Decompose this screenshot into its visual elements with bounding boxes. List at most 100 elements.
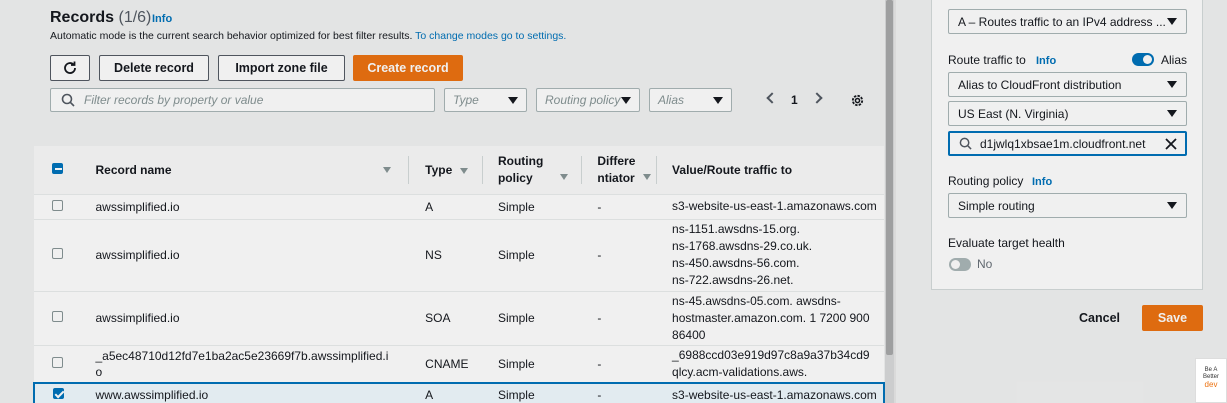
records-description-text: Automatic mode is the current search beh…	[50, 30, 413, 42]
row-checkbox[interactable]	[52, 248, 64, 259]
value-line: ns-45.awsdns-05.com. awsdns-	[672, 293, 841, 308]
routing-cell: Simple	[497, 248, 535, 262]
routing-policy-select[interactable]: Simple routing	[948, 193, 1187, 218]
header-type[interactable]: Type	[409, 146, 483, 194]
watermark-logo: Be A Better dev	[1195, 358, 1227, 403]
table-row-selected[interactable]: www.awssimplified.io A Simple - s3-websi…	[34, 383, 884, 403]
refresh-button[interactable]	[50, 55, 90, 81]
settings-gear-icon[interactable]	[850, 93, 865, 108]
table-scrollbar[interactable]	[885, 0, 894, 403]
select-all-cell	[34, 146, 81, 194]
row-checkbox-checked[interactable]	[52, 388, 64, 399]
value-line: qlcy.acm-validations.aws.	[672, 364, 808, 379]
value-line: ns-722.awsdns-26.net.	[672, 273, 794, 287]
watermark-line: Be A	[1204, 367, 1218, 373]
type-filter-select[interactable]: Type	[444, 88, 527, 112]
endpoint-value: Alias to CloudFront distribution	[958, 77, 1122, 92]
chevron-down-icon	[621, 97, 631, 104]
records-table: Record name Type Routing policy Differe …	[33, 146, 885, 403]
sort-caret-icon	[459, 167, 468, 174]
table-header-row: Record name Type Routing policy Differe …	[34, 146, 884, 194]
table-row[interactable]: awssimplified.io A Simple - s3-website-u…	[34, 194, 884, 219]
page-number[interactable]: 1	[791, 93, 798, 107]
header-record-name[interactable]: Record name	[81, 146, 410, 194]
records-description: Automatic mode is the current search beh…	[50, 30, 566, 42]
next-page-icon[interactable]	[811, 92, 823, 104]
record-name-cell: awssimplified.io	[95, 311, 180, 325]
routing-policy-label: Routing policy	[948, 174, 1024, 188]
alias-toggle[interactable]	[1132, 53, 1154, 66]
header-type-label: Type	[425, 162, 453, 177]
alias-filter-select[interactable]: Alias	[649, 88, 732, 112]
toggle-knob	[1143, 55, 1152, 64]
value-cell: ns-45.awsdns-05.com. awsdns- hostmaster.…	[657, 291, 884, 345]
routing-policy-filter-select[interactable]: Routing policy	[536, 88, 640, 112]
routing-filter-placeholder: Routing policy	[545, 93, 621, 107]
routing-policy-value: Simple routing	[958, 198, 1035, 213]
watermark-line: dev	[1204, 380, 1218, 389]
row-checkbox[interactable]	[52, 311, 64, 322]
scrollbar-thumb[interactable]	[886, 0, 893, 355]
row-checkbox[interactable]	[52, 356, 64, 368]
row-checkbox-cell	[34, 345, 81, 383]
header-routing-line1: Routing	[497, 153, 544, 168]
record-type-select[interactable]: A – Routes traffic to an IPv4 address ..…	[948, 9, 1187, 34]
table-row[interactable]: _a5ec48710d12fd7e1ba2ac5e23669f7b.awssim…	[34, 345, 884, 383]
records-info-link[interactable]: Info	[152, 13, 172, 25]
record-type-cell: SOA	[425, 311, 451, 325]
create-record-button[interactable]: Create record	[353, 55, 463, 81]
records-title: Records (1/6)	[50, 9, 151, 27]
sort-caret-icon	[383, 167, 392, 173]
row-checkbox[interactable]	[52, 199, 64, 211]
route-traffic-info-link[interactable]: Info	[1036, 55, 1056, 67]
header-routing-line2: policy	[497, 170, 533, 185]
distribution-search-input[interactable]: d1jwlq1xbsae1m.cloudfront.net	[948, 131, 1187, 156]
header-value-label: Value/Route traffic to	[672, 162, 793, 177]
cancel-button[interactable]: Cancel	[1079, 311, 1120, 325]
evaluate-health-value: No	[977, 257, 993, 271]
header-diff-line2: ntiator	[597, 170, 635, 185]
routing-cell: Simple	[497, 356, 535, 371]
row-checkbox-cell	[34, 194, 81, 219]
alias-filter-placeholder: Alias	[658, 93, 685, 107]
filter-records-input[interactable]: Filter records by property or value	[50, 88, 435, 112]
type-filter-placeholder: Type	[453, 93, 479, 107]
value-line: ns-1151.awsdns-15.org.	[672, 222, 800, 236]
row-checkbox-cell	[34, 219, 81, 291]
routing-cell: Simple	[497, 388, 535, 402]
differentiator-cell: -	[597, 311, 602, 325]
search-icon	[959, 137, 972, 150]
previous-page-icon[interactable]	[766, 92, 778, 104]
evaluate-health-toggle[interactable]	[949, 258, 971, 271]
header-value[interactable]: Value/Route traffic to	[657, 146, 884, 194]
select-all-checkbox[interactable]	[52, 162, 64, 174]
record-name-line: _a5ec48710d12fd7e1ba2ac5e23669f7b.awssim…	[95, 348, 389, 363]
value-line: hostmaster.amazon.com. 1 7200 900	[672, 310, 870, 325]
table-row[interactable]: awssimplified.io NS Simple - ns-1151.aws…	[34, 219, 884, 291]
toggle-knob	[951, 260, 960, 269]
import-zone-file-button[interactable]: Import zone file	[218, 55, 345, 81]
chevron-down-icon	[1167, 110, 1177, 117]
header-routing-policy[interactable]: Routing policy	[483, 146, 583, 194]
header-differentiator[interactable]: Differe ntiator	[582, 146, 658, 194]
value-cell: _6988ccd03e919d97c8a9a37b34cd9 qlcy.acm-…	[657, 345, 884, 383]
value-line: 86400	[672, 327, 706, 342]
sort-caret-icon	[643, 174, 652, 180]
record-name-cell: _a5ec48710d12fd7e1ba2ac5e23669f7b.awssim…	[81, 345, 409, 383]
settings-link[interactable]: To change modes go to settings.	[415, 30, 566, 42]
record-name-line: o	[95, 364, 103, 379]
value-line: ns-1768.awsdns-29.co.uk.	[672, 239, 813, 253]
clear-icon[interactable]	[1165, 138, 1177, 150]
alias-label: Alias	[1161, 53, 1188, 67]
region-select[interactable]: US East (N. Virginia)	[948, 101, 1187, 126]
chevron-down-icon	[1167, 202, 1177, 209]
routing-policy-info-link[interactable]: Info	[1032, 176, 1052, 188]
header-record-name-label: Record name	[95, 162, 172, 177]
chevron-down-icon	[1167, 81, 1177, 88]
save-button[interactable]: Save	[1142, 305, 1203, 331]
row-checkbox-cell	[34, 383, 81, 403]
value-line: s3-website-us-east-1.amazonaws.com	[672, 199, 877, 213]
table-row[interactable]: awssimplified.io SOA Simple - ns-45.awsd…	[34, 291, 884, 345]
endpoint-select[interactable]: Alias to CloudFront distribution	[948, 72, 1187, 97]
delete-record-button[interactable]: Delete record	[99, 55, 209, 81]
